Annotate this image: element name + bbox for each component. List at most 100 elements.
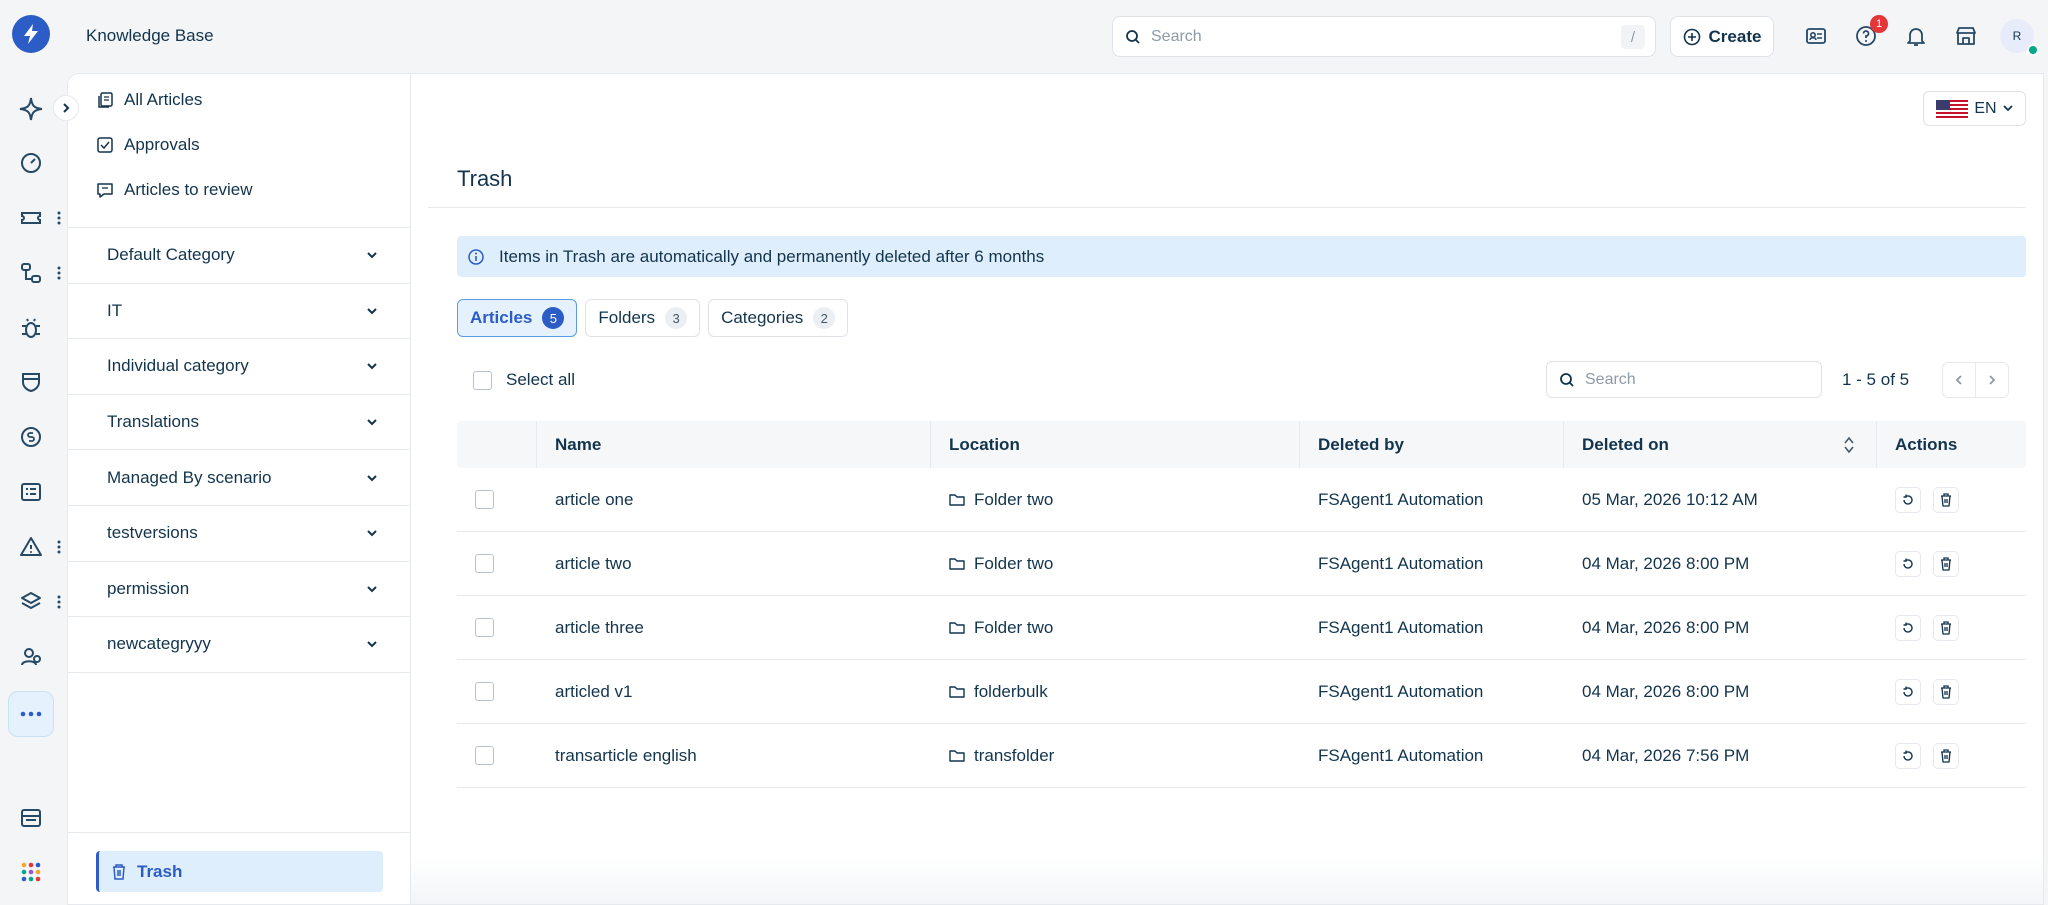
dollar-icon[interactable] <box>14 420 48 454</box>
row-checkbox[interactable] <box>475 554 494 573</box>
header-checkbox-cell <box>457 421 537 468</box>
layers-menu-dots-icon[interactable] <box>56 594 62 610</box>
nav-articles-to-review[interactable]: Articles to review <box>96 180 252 200</box>
sidebar-footer: Trash <box>68 832 410 904</box>
category-item[interactable]: Default Category <box>68 228 410 284</box>
category-label: Individual category <box>107 356 249 376</box>
collapse-sidebar-button[interactable] <box>53 95 79 121</box>
chevron-down-icon <box>366 418 378 426</box>
delete-permanently-button[interactable] <box>1933 678 1959 705</box>
bug-icon[interactable] <box>14 311 48 345</box>
tab-count: 2 <box>813 307 836 329</box>
info-text: Items in Trash are automatically and per… <box>499 246 1045 266</box>
page-title: Trash <box>457 166 513 191</box>
category-item[interactable]: permission <box>68 562 410 618</box>
restore-button[interactable] <box>1895 742 1921 769</box>
dashboard-icon[interactable] <box>14 146 48 180</box>
tickets-menu-dots-icon[interactable] <box>56 210 62 226</box>
select-all-label: Select all <box>506 370 575 389</box>
category-item[interactable]: Managed By scenario <box>68 450 410 506</box>
contact-card-icon[interactable] <box>1800 20 1832 52</box>
row-checkbox[interactable] <box>475 490 494 509</box>
sort-icon[interactable] <box>1844 436 1854 454</box>
freshservice-logo-icon[interactable] <box>12 15 50 53</box>
folder-icon <box>949 685 965 699</box>
marketplace-icon[interactable] <box>1950 20 1982 52</box>
restore-button[interactable] <box>1895 678 1921 705</box>
delete-permanently-button[interactable] <box>1933 550 1959 577</box>
title-divider <box>428 207 2026 208</box>
select-all-checkbox[interactable] <box>473 370 492 390</box>
tab-folders[interactable]: Folders 3 <box>585 299 701 337</box>
search-placeholder: Search <box>1151 27 1202 45</box>
tab-count: 5 <box>542 307 565 329</box>
language-selector[interactable]: EN <box>1923 91 2026 126</box>
delete-permanently-button[interactable] <box>1933 742 1959 769</box>
nav-trash-label: Trash <box>137 861 183 881</box>
workflow-icon[interactable] <box>14 256 48 290</box>
us-flag-icon <box>1936 99 1969 118</box>
table-search-input[interactable]: Search <box>1546 361 1822 398</box>
team-icon[interactable] <box>14 640 48 674</box>
column-deleted-on-label: Deleted on <box>1582 434 1669 454</box>
nav-approvals-label: Approvals <box>124 135 200 154</box>
prev-page-button[interactable] <box>1942 362 1976 398</box>
restore-button[interactable] <box>1895 614 1921 641</box>
bell-icon[interactable] <box>1900 20 1932 52</box>
column-deleted-by: Deleted by <box>1300 421 1564 468</box>
alert-icon[interactable] <box>14 530 48 564</box>
more-apps-button[interactable] <box>8 691 54 737</box>
alert-menu-dots-icon[interactable] <box>56 539 62 555</box>
row-name: article three <box>555 617 644 637</box>
delete-permanently-button[interactable] <box>1933 614 1959 641</box>
global-search-input[interactable]: Search / <box>1112 16 1656 57</box>
row-location: folderbulk <box>974 681 1048 701</box>
tickets-icon[interactable] <box>14 201 48 235</box>
row-location: Folder two <box>974 553 1054 573</box>
row-checkbox[interactable] <box>475 618 494 637</box>
row-location: Folder two <box>974 617 1054 637</box>
chevron-down-icon <box>366 362 378 370</box>
row-location: transfolder <box>974 745 1055 765</box>
row-deleted-by: FSAgent1 Automation <box>1318 745 1484 765</box>
row-deleted-by: FSAgent1 Automation <box>1318 553 1484 573</box>
app-title: Knowledge Base <box>86 26 214 45</box>
tab-categories[interactable]: Categories 2 <box>708 299 849 337</box>
nav-articles-to-review-label: Articles to review <box>124 180 253 199</box>
shield-icon[interactable] <box>14 365 48 399</box>
restore-button[interactable] <box>1895 550 1921 577</box>
ai-sparkle-icon[interactable] <box>14 92 48 126</box>
restore-button[interactable] <box>1895 486 1921 513</box>
tab-label: Folders <box>598 308 656 327</box>
category-label: permission <box>107 578 190 598</box>
chevron-down-icon <box>366 307 378 315</box>
nav-all-articles[interactable]: All Articles <box>96 90 202 110</box>
table-row: article three Folder two FSAgent1 Automa… <box>457 596 2026 660</box>
table-header: Name Location Deleted by Deleted on Acti… <box>457 421 2026 468</box>
column-location: Location <box>931 421 1300 468</box>
delete-permanently-button[interactable] <box>1933 486 1959 513</box>
row-checkbox[interactable] <box>475 746 494 765</box>
row-deleted-by: FSAgent1 Automation <box>1318 489 1484 509</box>
category-item[interactable]: IT <box>68 284 410 340</box>
category-item[interactable]: newcategryyy <box>68 617 410 673</box>
column-name: Name <box>537 421 931 468</box>
column-deleted-on[interactable]: Deleted on <box>1564 421 1877 468</box>
nav-approvals[interactable]: Approvals <box>96 135 200 155</box>
nav-trash[interactable]: Trash <box>96 851 383 892</box>
apps-grid-icon[interactable] <box>14 855 48 889</box>
create-button[interactable]: Create <box>1670 16 1774 57</box>
row-checkbox[interactable] <box>475 682 494 701</box>
inbox-icon[interactable] <box>14 801 48 835</box>
category-item[interactable]: Individual category <box>68 339 410 395</box>
select-all[interactable]: Select all <box>473 370 575 390</box>
category-item[interactable]: testversions <box>68 506 410 562</box>
tasks-icon[interactable] <box>14 475 48 509</box>
category-item[interactable]: Translations <box>68 395 410 451</box>
table-search-placeholder: Search <box>1585 370 1636 388</box>
next-page-button[interactable] <box>1975 362 2009 398</box>
tab-articles[interactable]: Articles 5 <box>457 299 578 337</box>
workflow-menu-dots-icon[interactable] <box>56 265 62 281</box>
layers-icon[interactable] <box>14 585 48 619</box>
folder-icon <box>949 749 965 763</box>
